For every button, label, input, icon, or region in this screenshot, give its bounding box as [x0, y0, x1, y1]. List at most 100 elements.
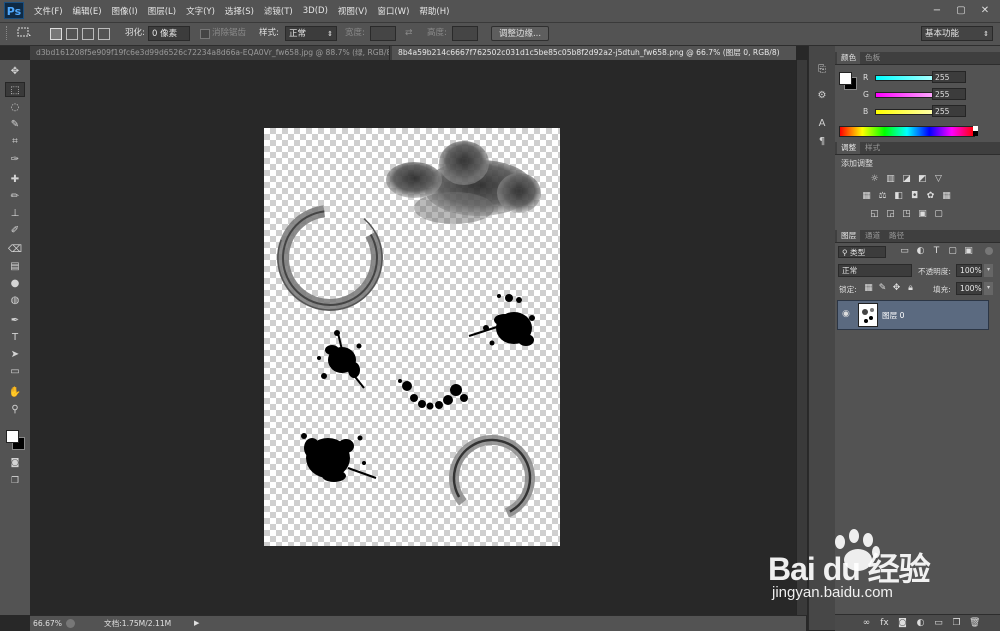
style-select[interactable]: 正常 ⇕	[285, 26, 337, 41]
exposure-icon[interactable]: ◩	[917, 174, 928, 185]
menu-select[interactable]: 选择(S)	[225, 5, 254, 17]
marquee-tool-icon[interactable]: ⬚	[5, 82, 25, 97]
filter-shape-icon[interactable]: ▢	[947, 246, 958, 257]
history-brush-tool-icon[interactable]: ✐	[5, 223, 25, 238]
lock-pixels-icon[interactable]: ✎	[877, 283, 888, 294]
antialias-checkbox[interactable]	[200, 29, 210, 39]
gradient-map-icon[interactable]: ▢	[933, 209, 944, 220]
crop-tool-icon[interactable]: ⌗	[5, 134, 25, 149]
tab-adjustments[interactable]: 调整	[837, 142, 861, 154]
character-panel-icon[interactable]: A	[813, 116, 831, 132]
selective-color-icon[interactable]: ▣	[917, 209, 928, 220]
filter-adjust-icon[interactable]: ◐	[915, 246, 926, 257]
posterize-icon[interactable]: ◲	[885, 209, 896, 220]
blur-tool-icon[interactable]: ●	[5, 276, 25, 291]
lock-position-icon[interactable]: ✥	[891, 283, 902, 294]
lock-all-icon[interactable]: 🔒︎	[905, 283, 916, 294]
path-select-tool-icon[interactable]: ➤	[5, 347, 25, 362]
menu-type[interactable]: 文字(Y)	[186, 5, 215, 17]
curves-icon[interactable]: ◪	[901, 174, 912, 185]
foreground-color-swatch[interactable]	[839, 72, 852, 85]
menu-image[interactable]: 图像(I)	[112, 5, 138, 17]
tab-layers[interactable]: 图层	[837, 230, 861, 242]
filter-type-icon[interactable]: T	[931, 246, 942, 257]
layer-style-icon[interactable]: fx	[879, 618, 890, 629]
lock-transparent-icon[interactable]: ▦	[863, 283, 874, 294]
menu-3d[interactable]: 3D(D)	[303, 6, 328, 16]
blend-mode-select[interactable]: 正常	[838, 264, 912, 277]
move-tool-icon[interactable]: ✥	[5, 64, 25, 79]
screen-mode-icon[interactable]: ❐	[5, 474, 25, 489]
color-balance-icon[interactable]: ⚖	[877, 191, 888, 202]
eyedropper-tool-icon[interactable]: ✑	[5, 152, 25, 167]
layer-name[interactable]: 图层 0	[882, 310, 904, 321]
add-mask-icon[interactable]: ◙	[897, 618, 908, 629]
hand-tool-icon[interactable]: ✋	[5, 385, 25, 400]
new-adjustment-icon[interactable]: ◐	[915, 618, 926, 629]
quick-select-tool-icon[interactable]: ✎	[5, 117, 25, 132]
menu-edit[interactable]: 编辑(E)	[73, 5, 102, 17]
subtract-selection-icon[interactable]	[82, 28, 94, 40]
black-swatch[interactable]	[973, 131, 978, 136]
height-input[interactable]	[452, 26, 478, 41]
foreground-color-swatch[interactable]	[6, 430, 19, 443]
pen-tool-icon[interactable]: ✒	[5, 313, 25, 328]
channel-g-value[interactable]: 255	[932, 88, 966, 100]
status-arrow-icon[interactable]: ▶	[194, 617, 199, 630]
filter-smart-icon[interactable]: ▣	[963, 246, 974, 257]
add-selection-icon[interactable]	[66, 28, 78, 40]
swap-icon[interactable]: ⇄	[405, 26, 413, 41]
workspace-select[interactable]: 基本功能 ⇕	[921, 26, 993, 41]
photo-filter-icon[interactable]: ◘	[909, 191, 920, 202]
maximize-icon[interactable]: ▢	[952, 3, 970, 18]
black-white-icon[interactable]: ◧	[893, 191, 904, 202]
lasso-tool-icon[interactable]: ◌	[5, 100, 25, 115]
filter-pixel-icon[interactable]: ▭	[899, 246, 910, 257]
status-menu-icon[interactable]	[66, 619, 75, 628]
channel-mixer-icon[interactable]: ✿	[925, 191, 936, 202]
layer-row[interactable]: ◉ 图层 0	[837, 300, 989, 330]
zoom-level[interactable]: 66.67%	[33, 617, 62, 630]
channel-r-value[interactable]: 255	[932, 71, 966, 83]
zoom-tool-icon[interactable]: ⚲	[5, 402, 25, 417]
tab-color[interactable]: 颜色	[837, 52, 861, 64]
healing-brush-tool-icon[interactable]: ✚	[5, 172, 25, 187]
minimize-icon[interactable]: −	[928, 3, 946, 18]
dodge-tool-icon[interactable]: ◍	[5, 293, 25, 308]
menu-filter[interactable]: 滤镜(T)	[264, 5, 293, 17]
gradient-tool-icon[interactable]: ▤	[5, 259, 25, 274]
opacity-input[interactable]: 100%	[956, 264, 982, 277]
menu-layer[interactable]: 图层(L)	[148, 5, 176, 17]
quick-mask-icon[interactable]: ◙	[5, 456, 25, 471]
width-input[interactable]	[370, 26, 396, 41]
new-layer-icon[interactable]: ❐	[951, 618, 962, 629]
clone-stamp-tool-icon[interactable]: ⊥	[5, 206, 25, 221]
feather-input[interactable]: 0 像素	[148, 26, 190, 41]
channel-b-value[interactable]: 255	[932, 105, 966, 117]
tab-paths[interactable]: 路径	[885, 230, 908, 242]
brightness-icon[interactable]: ☼	[869, 174, 880, 185]
refine-edge-button[interactable]: 调整边缘...	[491, 26, 549, 41]
invert-icon[interactable]: ◱	[869, 209, 880, 220]
doc-tab-2[interactable]: 8b4a59b214c6667f762502c031d1c5be85c05b8f…	[392, 46, 796, 60]
opacity-dropdown-icon[interactable]: ▾	[984, 264, 993, 277]
layer-filter-select[interactable]: ⚲ 类型	[838, 246, 886, 258]
tab-styles[interactable]: 样式	[861, 142, 884, 154]
document-canvas[interactable]	[264, 128, 560, 546]
fill-input[interactable]: 100%	[956, 282, 982, 295]
doc-tab-1[interactable]: d3bd161208f5e909f19fc6e3d99d6526c72234a8…	[30, 46, 390, 60]
delete-layer-icon[interactable]: 🗑︎	[969, 618, 980, 629]
filter-toggle[interactable]	[985, 247, 993, 255]
history-panel-icon[interactable]: ⎘	[813, 62, 831, 78]
fill-dropdown-icon[interactable]: ▾	[984, 282, 993, 295]
levels-icon[interactable]: ▥	[885, 174, 896, 185]
vibrance-icon[interactable]: ▽	[933, 174, 944, 185]
visibility-eye-icon[interactable]: ◉	[842, 309, 850, 319]
color-spectrum-bar[interactable]	[839, 126, 975, 137]
type-tool-icon[interactable]: T	[5, 330, 25, 345]
close-icon[interactable]: ✕	[976, 3, 994, 18]
eraser-tool-icon[interactable]: ⌫	[5, 242, 25, 257]
properties-panel-icon[interactable]: ⚙	[813, 88, 831, 104]
menu-view[interactable]: 视图(V)	[338, 5, 367, 17]
menu-help[interactable]: 帮助(H)	[419, 5, 449, 17]
